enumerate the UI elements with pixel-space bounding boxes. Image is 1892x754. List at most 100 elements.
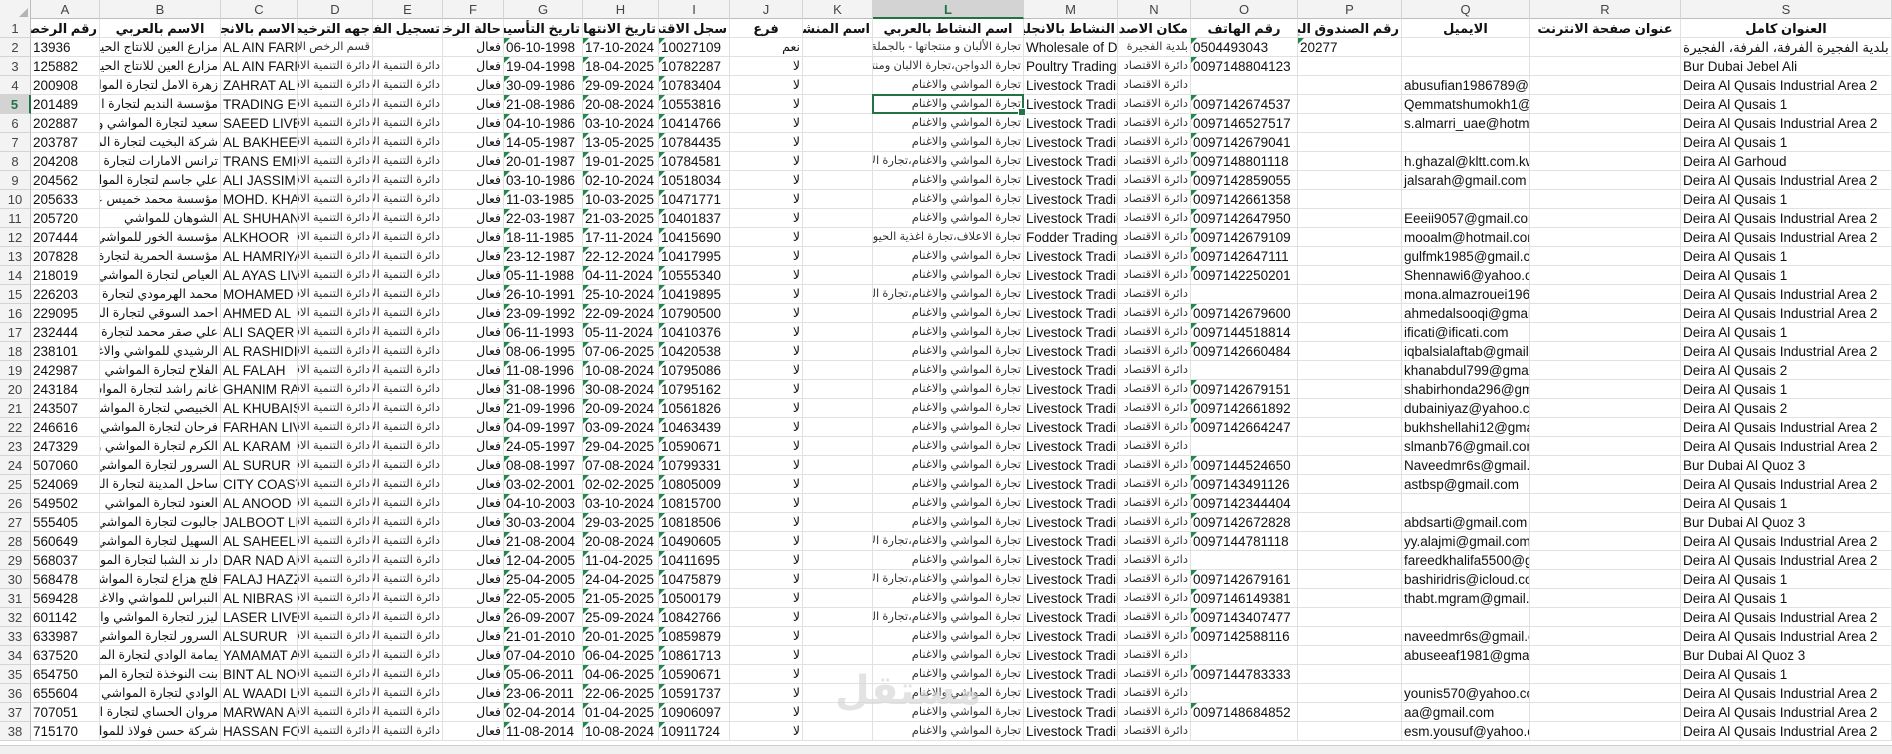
data-cell[interactable]: 0097142664247: [1191, 418, 1298, 437]
data-cell[interactable]: [1191, 285, 1298, 304]
data-cell[interactable]: [1298, 380, 1402, 399]
data-cell[interactable]: AL WAADI LIVESTOCK: [221, 684, 298, 703]
data-cell[interactable]: Fodder Trading: [1024, 228, 1118, 247]
data-cell[interactable]: Deira Al Qusais Industrial Area 2: [1681, 171, 1892, 190]
data-cell[interactable]: فعال: [443, 627, 504, 646]
data-cell[interactable]: دائرة الاقتصاد: [1118, 342, 1191, 361]
data-cell[interactable]: لا: [730, 722, 803, 741]
data-cell[interactable]: 10-08-2024: [583, 361, 659, 380]
data-cell[interactable]: الرشيدي للمواشي والاغنام: [100, 342, 221, 361]
data-cell[interactable]: 0097142679161: [1191, 570, 1298, 589]
data-cell[interactable]: [803, 608, 873, 627]
data-cell[interactable]: سعيد لتجارة المواشي والاغنام: [100, 114, 221, 133]
data-cell[interactable]: فعال: [443, 608, 504, 627]
data-cell[interactable]: فعال: [443, 247, 504, 266]
row-number-13[interactable]: 13: [0, 247, 31, 266]
data-cell[interactable]: TRANS EMIRATES: [221, 152, 298, 171]
data-cell[interactable]: 07-04-2010: [504, 646, 583, 665]
data-cell[interactable]: [1530, 551, 1681, 570]
data-cell[interactable]: [803, 304, 873, 323]
data-cell[interactable]: دائرة التنمية الاقتصادية: [298, 57, 373, 76]
data-cell[interactable]: دائرة الاقتصاد: [1118, 209, 1191, 228]
data-cell[interactable]: 10463439: [659, 418, 730, 437]
data-cell[interactable]: دائرة التنمية الاقتصادية: [298, 475, 373, 494]
data-cell[interactable]: دار ند الشبا لتجارة المواشي: [100, 551, 221, 570]
data-cell[interactable]: Livestock Trading: [1024, 190, 1118, 209]
data-cell[interactable]: السرور لتجارة المواشي والاغنام: [100, 627, 221, 646]
data-cell[interactable]: 17-10-2024: [583, 38, 659, 57]
data-cell[interactable]: 10417995: [659, 247, 730, 266]
row-number-28[interactable]: 28: [0, 532, 31, 551]
data-cell[interactable]: Deira Al Qusais Industrial Area 2: [1681, 437, 1892, 456]
data-cell[interactable]: تجارة المواشي والاغنام: [873, 475, 1024, 494]
data-cell[interactable]: دائرة التنمية الاقتصادية: [373, 76, 443, 95]
data-cell[interactable]: تجارة المواشي والاغنام: [873, 247, 1024, 266]
data-cell[interactable]: 20277: [1298, 38, 1402, 57]
data-cell[interactable]: [803, 722, 873, 741]
row-number-25[interactable]: 25: [0, 475, 31, 494]
data-cell[interactable]: Livestock Trading: [1024, 323, 1118, 342]
row-number-27[interactable]: 27: [0, 513, 31, 532]
row-number-5[interactable]: 5: [0, 95, 31, 114]
data-cell[interactable]: Livestock Trading: [1024, 532, 1118, 551]
row-number-8[interactable]: 8: [0, 152, 31, 171]
data-cell[interactable]: دائرة الاقتصاد: [1118, 247, 1191, 266]
data-cell[interactable]: 21-08-1986: [504, 95, 583, 114]
data-cell[interactable]: [803, 133, 873, 152]
data-cell[interactable]: [1298, 133, 1402, 152]
data-cell[interactable]: [1530, 304, 1681, 323]
data-cell[interactable]: 201489: [31, 95, 100, 114]
data-cell[interactable]: لا: [730, 646, 803, 665]
data-cell[interactable]: لا: [730, 380, 803, 399]
data-cell[interactable]: Livestock Trading: [1024, 247, 1118, 266]
data-cell[interactable]: [1298, 152, 1402, 171]
data-cell[interactable]: [1298, 551, 1402, 570]
data-cell[interactable]: gulfmk1985@gmail.com: [1402, 247, 1530, 266]
data-cell[interactable]: دائرة الاقتصاد: [1118, 570, 1191, 589]
data-cell[interactable]: 569428: [31, 589, 100, 608]
data-cell[interactable]: 04-11-2024: [583, 266, 659, 285]
data-cell[interactable]: Deira Al Qusais 1: [1681, 589, 1892, 608]
data-cell[interactable]: 03-09-2024: [583, 418, 659, 437]
data-cell[interactable]: 568037: [31, 551, 100, 570]
data-cell[interactable]: ahmedalsooqi@gmail.com: [1402, 304, 1530, 323]
data-cell[interactable]: [1530, 475, 1681, 494]
data-cell[interactable]: 10500179: [659, 589, 730, 608]
data-cell[interactable]: 10414766: [659, 114, 730, 133]
data-cell[interactable]: [1191, 722, 1298, 741]
data-cell[interactable]: [1298, 494, 1402, 513]
data-cell[interactable]: لا: [730, 703, 803, 722]
data-cell[interactable]: [803, 342, 873, 361]
data-cell[interactable]: لا: [730, 608, 803, 627]
data-cell[interactable]: لا: [730, 209, 803, 228]
data-cell[interactable]: مؤسسة محمد خميس عمير: [100, 190, 221, 209]
data-cell[interactable]: [1298, 684, 1402, 703]
data-cell[interactable]: Livestock Trading: [1024, 589, 1118, 608]
data-cell[interactable]: 0097148801118: [1191, 152, 1298, 171]
header-cell[interactable]: رقم الهاتف: [1191, 19, 1298, 38]
data-cell[interactable]: فعال: [443, 76, 504, 95]
data-cell[interactable]: دائرة التنمية الاقتصادية: [373, 722, 443, 741]
row-number-32[interactable]: 32: [0, 608, 31, 627]
data-cell[interactable]: [1530, 133, 1681, 152]
data-cell[interactable]: 202887: [31, 114, 100, 133]
data-cell[interactable]: Deira Al Qusais Industrial Area 2: [1681, 722, 1892, 741]
data-cell[interactable]: دائرة التنمية الاقتصادية: [298, 570, 373, 589]
data-cell[interactable]: [1530, 171, 1681, 190]
data-cell[interactable]: 10818506: [659, 513, 730, 532]
data-cell[interactable]: ليزر لتجارة المواشي والاغنام: [100, 608, 221, 627]
data-cell[interactable]: [1298, 646, 1402, 665]
data-cell[interactable]: [1530, 646, 1681, 665]
data-cell[interactable]: [1530, 114, 1681, 133]
data-cell[interactable]: 507060: [31, 456, 100, 475]
data-cell[interactable]: ساحل المدينة لتجارة المواشي: [100, 475, 221, 494]
data-cell[interactable]: 246616: [31, 418, 100, 437]
data-cell[interactable]: [1402, 190, 1530, 209]
data-cell[interactable]: mona.almazrouei1967@gmail.com: [1402, 285, 1530, 304]
data-cell[interactable]: Livestock Trading: [1024, 304, 1118, 323]
row-number-23[interactable]: 23: [0, 437, 31, 456]
data-cell[interactable]: [1530, 228, 1681, 247]
data-cell[interactable]: فعال: [443, 209, 504, 228]
data-cell[interactable]: [803, 247, 873, 266]
data-cell[interactable]: يمامة الوادي لتجارة المواشي: [100, 646, 221, 665]
